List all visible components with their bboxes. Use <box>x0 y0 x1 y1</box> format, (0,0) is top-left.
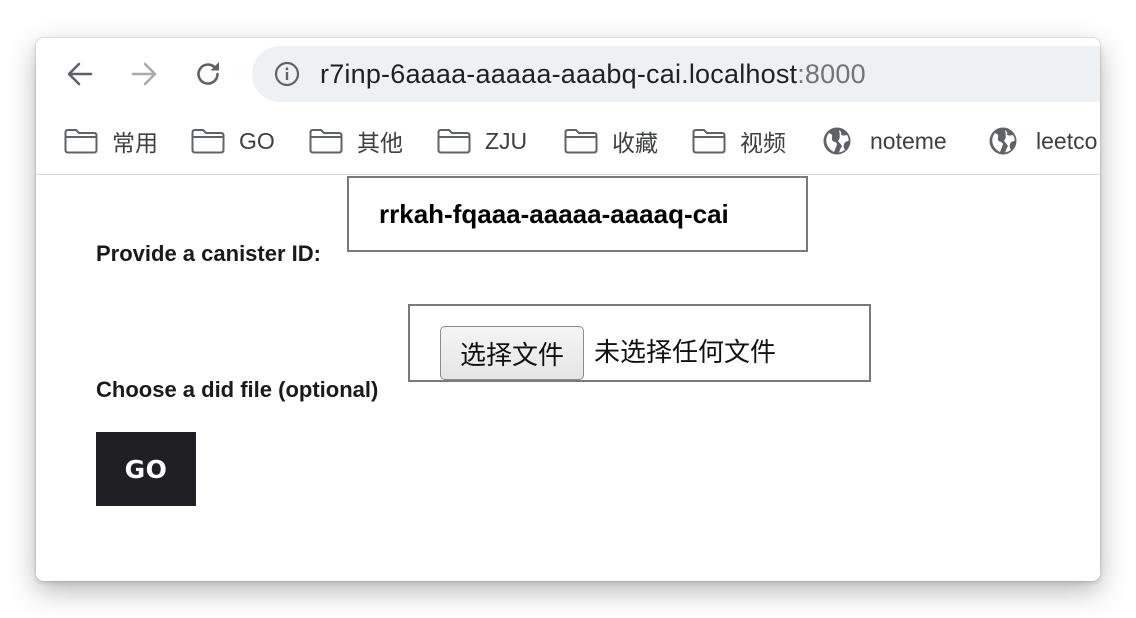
folder-icon <box>309 126 343 156</box>
bookmark-changyong[interactable]: 常用 <box>64 124 158 158</box>
bookmark-label: GO <box>239 127 275 154</box>
choose-file-button[interactable]: 选择文件 <box>440 326 584 380</box>
did-file-input[interactable]: 选择文件 未选择任何文件 <box>408 304 871 382</box>
bookmark-label: leetco <box>1036 127 1098 154</box>
bookmark-label: 其他 <box>357 130 403 156</box>
canister-id-label: Provide a canister ID: <box>96 241 321 266</box>
bookmark-shoucang[interactable]: 收藏 <box>564 124 658 158</box>
arrow-left-icon <box>67 62 93 86</box>
url-text[interactable]: r7inp-6aaaa-aaaaa-aaabq-cai.localhost:80… <box>320 46 866 102</box>
arrow-right-icon <box>131 62 157 86</box>
forward-button[interactable] <box>126 56 162 92</box>
bookmark-leetcode[interactable]: leetco <box>988 124 1097 158</box>
back-button[interactable] <box>62 56 98 92</box>
did-file-label: Choose a did file (optional) <box>96 377 379 402</box>
bookmark-zju[interactable]: ZJU <box>437 124 527 158</box>
folder-icon <box>191 126 225 156</box>
go-button[interactable]: GO <box>96 432 196 506</box>
canister-id-input[interactable] <box>347 176 808 252</box>
reload-button[interactable] <box>190 56 226 92</box>
folder-icon <box>692 126 726 156</box>
folder-icon <box>564 126 598 156</box>
folder-icon <box>437 126 471 156</box>
bookmark-label: 视频 <box>740 130 786 156</box>
address-bar[interactable]: r7inp-6aaaa-aaaaa-aaabq-cai.localhost:80… <box>252 46 1100 102</box>
globe-icon <box>988 126 1022 156</box>
url-host: r7inp-6aaaa-aaaaa-aaabq-cai.localhost <box>320 59 798 89</box>
file-status-text: 未选择任何文件 <box>594 338 777 368</box>
bookmark-label: 常用 <box>112 130 158 156</box>
bookmark-label: ZJU <box>485 127 528 154</box>
info-circle-icon[interactable] <box>274 61 300 87</box>
bookmark-label: noteme <box>870 127 947 154</box>
bookmarks-bar: 常用 GO 其他 ZJU 收藏 视频 noteme leetco <box>36 110 1100 175</box>
bookmark-shipin[interactable]: 视频 <box>692 124 786 158</box>
url-port: :8000 <box>797 59 866 89</box>
bookmark-noteme[interactable]: noteme <box>822 124 947 158</box>
bookmark-go[interactable]: GO <box>191 124 275 158</box>
page-content: Provide a canister ID: Choose a did file… <box>36 175 1100 581</box>
browser-toolbar: r7inp-6aaaa-aaaaa-aaabq-cai.localhost:80… <box>36 38 1100 110</box>
reload-icon <box>197 62 219 85</box>
bookmark-label: 收藏 <box>612 130 658 156</box>
bookmark-qita[interactable]: 其他 <box>309 124 403 158</box>
globe-icon <box>822 126 856 156</box>
browser-window: r7inp-6aaaa-aaaaa-aaabq-cai.localhost:80… <box>36 38 1100 581</box>
folder-icon <box>64 126 98 156</box>
